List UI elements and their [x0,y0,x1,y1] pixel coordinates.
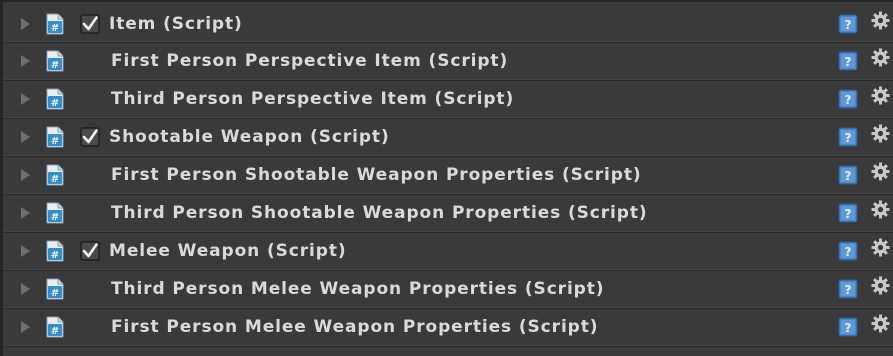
gear-icon[interactable] [871,200,890,219]
component-header-row[interactable]: # First Person Shootable Weapon Propertie… [3,157,893,195]
component-enabled-checkbox[interactable] [80,241,100,261]
foldout-arrow-icon[interactable] [21,321,30,333]
component-header-row[interactable]: # Melee Weapon (Script)? [3,233,893,271]
svg-text:?: ? [845,321,852,335]
component-header-row[interactable]: # First Person Melee Weapon Properties (S… [3,309,893,347]
svg-text:#: # [51,326,59,337]
svg-text:?: ? [845,93,852,107]
component-title: First Person Shootable Weapon Properties… [111,165,642,185]
help-icon[interactable]: ? [838,89,858,109]
foldout-arrow-icon[interactable] [21,55,30,67]
csharp-script-icon: # [45,278,65,300]
help-icon[interactable]: ? [838,14,858,34]
gear-icon[interactable] [871,162,890,181]
component-header-row[interactable]: # Third Person Melee Weapon Properties (S… [3,271,893,309]
component-header-row[interactable]: # Third Person Perspective Item (Script)? [3,81,893,119]
csharp-script-icon: # [45,88,65,110]
svg-text:#: # [51,136,59,147]
csharp-script-icon: # [45,316,65,338]
help-icon[interactable]: ? [838,165,858,185]
component-enabled-checkbox[interactable] [80,14,100,34]
help-icon[interactable]: ? [838,51,858,71]
svg-text:?: ? [845,245,852,259]
component-header-row[interactable]: # First Person Perspective Item (Script)? [3,43,893,81]
component-title: Melee Weapon (Script) [109,241,347,261]
svg-text:#: # [51,98,59,109]
csharp-script-icon: # [45,202,65,224]
inspector-component-list: # Item (Script)? # First Person Perspective… [0,0,893,356]
component-title: Third Person Melee Weapon Properties (Sc… [111,279,605,299]
svg-text:?: ? [845,207,852,221]
svg-text:#: # [51,60,59,71]
component-title: Item (Script) [109,14,243,34]
component-header-row[interactable]: # Third Person Shootable Weapon Propertie… [3,195,893,233]
svg-text:?: ? [845,18,852,32]
gear-icon[interactable] [871,238,890,257]
component-title: Shootable Weapon (Script) [109,127,390,147]
csharp-script-icon: # [45,50,65,72]
component-title: First Person Melee Weapon Properties (Sc… [111,317,599,337]
svg-text:?: ? [845,55,852,69]
gear-icon[interactable] [871,314,890,333]
svg-text:?: ? [845,283,852,297]
svg-text:?: ? [845,169,852,183]
foldout-arrow-icon[interactable] [21,18,30,30]
csharp-script-icon: # [45,126,65,148]
gear-icon[interactable] [871,11,890,30]
help-icon[interactable]: ? [838,241,858,261]
svg-text:#: # [51,250,59,261]
svg-text:#: # [51,23,59,34]
csharp-script-icon: # [45,240,65,262]
svg-text:?: ? [845,131,852,145]
gear-icon[interactable] [871,86,890,105]
component-title: First Person Perspective Item (Script) [111,51,509,71]
help-icon[interactable]: ? [838,203,858,223]
component-enabled-checkbox[interactable] [80,127,100,147]
foldout-arrow-icon[interactable] [21,283,30,295]
foldout-arrow-icon[interactable] [21,245,30,257]
component-header-row[interactable]: # Shootable Weapon (Script)? [3,119,893,157]
csharp-script-icon: # [45,164,65,186]
foldout-arrow-icon[interactable] [21,93,30,105]
foldout-arrow-icon[interactable] [21,169,30,181]
component-title: Third Person Shootable Weapon Properties… [111,203,648,223]
svg-text:#: # [51,174,59,185]
help-icon[interactable]: ? [838,127,858,147]
gear-icon[interactable] [871,48,890,67]
csharp-script-icon: # [45,13,65,35]
help-icon[interactable]: ? [838,279,858,299]
gear-icon[interactable] [871,124,890,143]
svg-text:#: # [51,212,59,223]
component-title: Third Person Perspective Item (Script) [111,89,515,109]
foldout-arrow-icon[interactable] [21,131,30,143]
component-header-row[interactable]: # Item (Script)? [3,6,893,43]
foldout-arrow-icon[interactable] [21,207,30,219]
gear-icon[interactable] [871,276,890,295]
svg-text:#: # [51,288,59,299]
help-icon[interactable]: ? [838,317,858,337]
